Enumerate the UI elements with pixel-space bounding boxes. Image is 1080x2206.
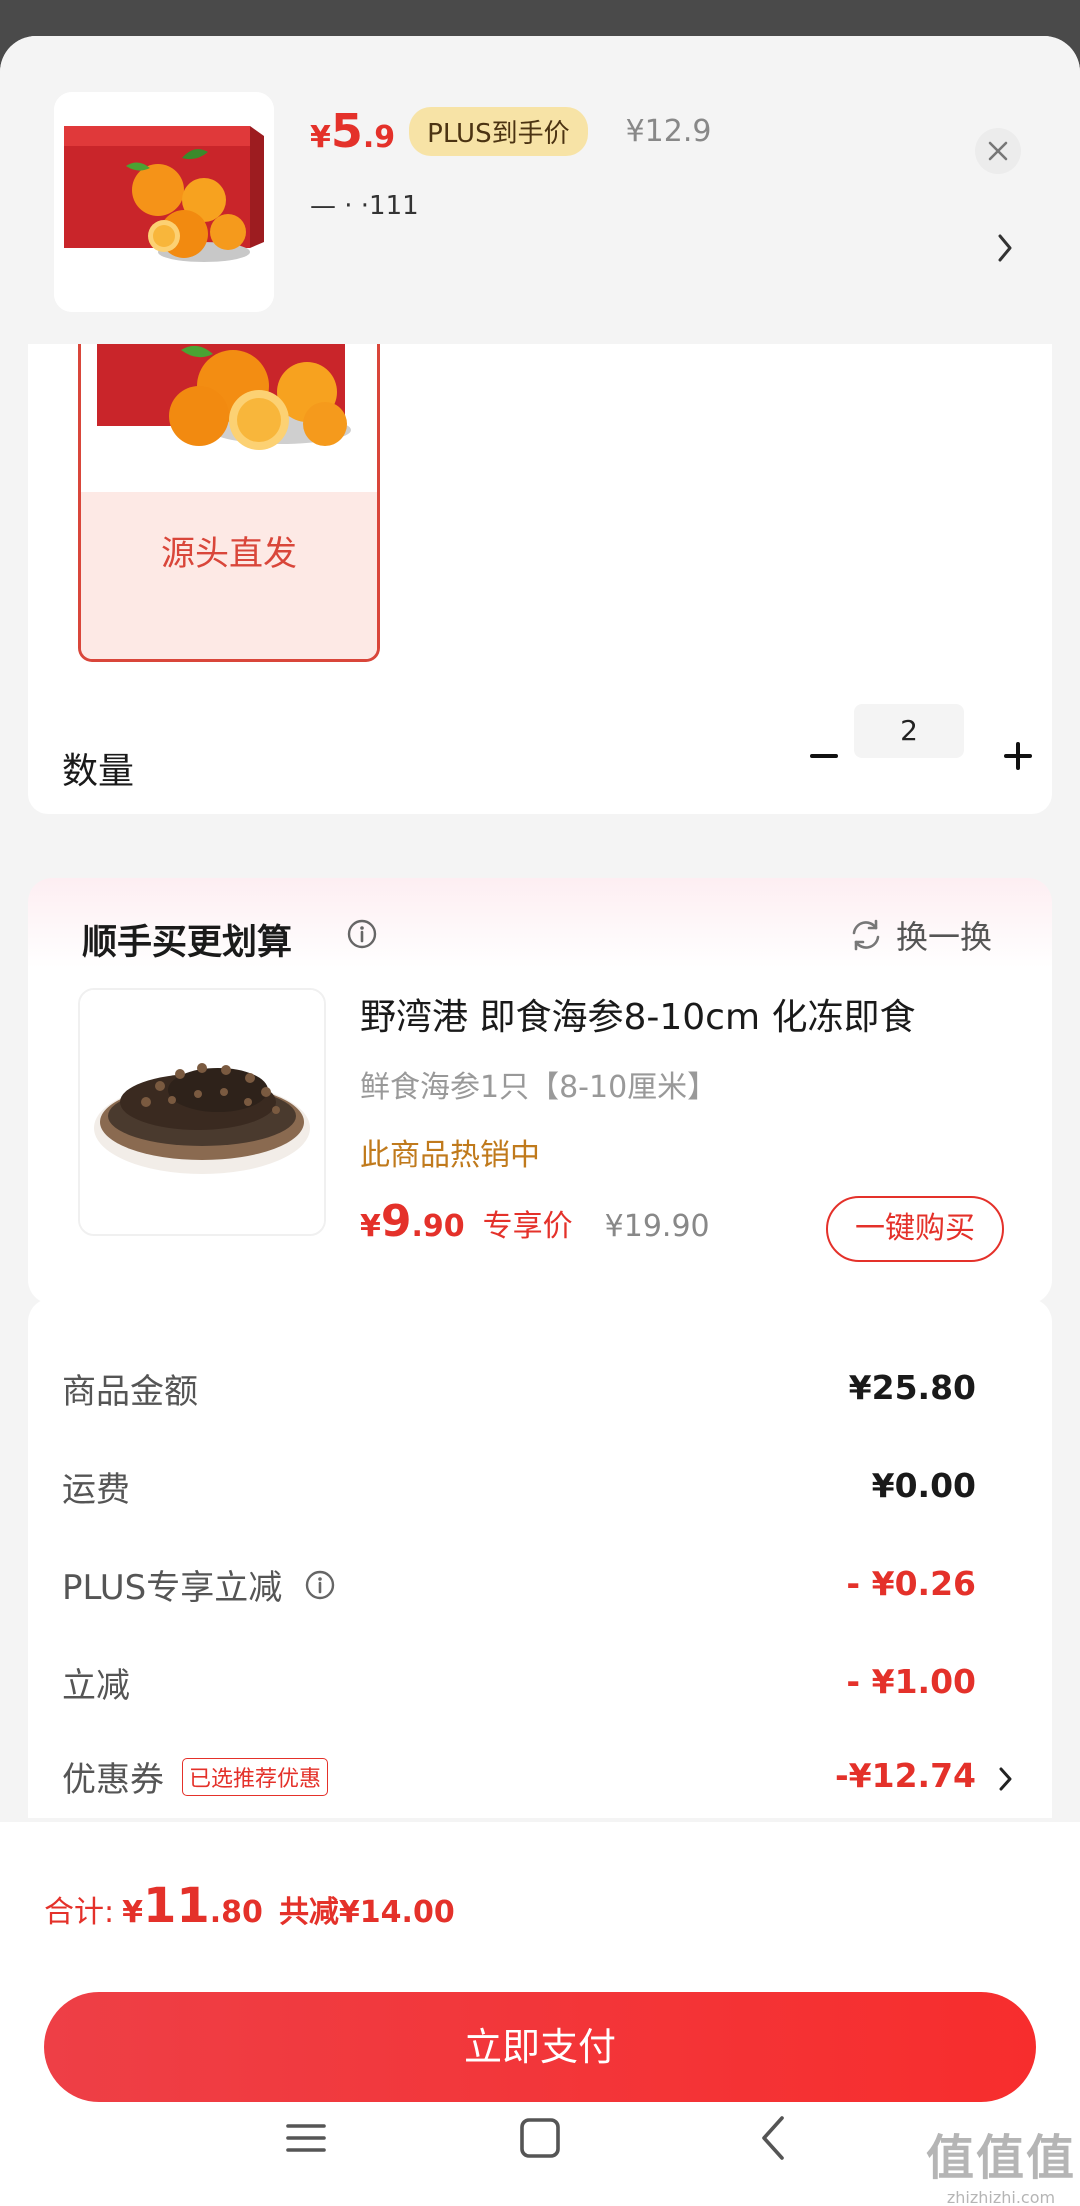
checkout-sheet: ¥5.9 PLUS到手价 ¥12.9 — · ·111 源头直发 数量 2 顺手…	[0, 36, 1080, 2206]
orange-box-image	[54, 92, 274, 312]
minus-icon[interactable]	[804, 736, 844, 776]
original-price: ¥12.9	[625, 113, 712, 149]
cross-sell-card: 顺手买更划算 换一换 野湾港 即食海参8-10cm 化冻即食 鲜食海参1只【8-…	[28, 878, 1052, 1304]
current-price: ¥5.9	[310, 104, 396, 158]
summary-row-goods-amount: 商品金额 ¥25.80	[62, 1368, 976, 1412]
system-navigation-bar	[0, 2080, 1080, 2206]
summary-row-coupon[interactable]: 优惠券 已选推荐优惠 -¥12.74	[28, 1752, 1052, 1812]
sea-cucumber-image	[80, 990, 324, 1234]
swap-label: 换一换	[896, 918, 993, 956]
upsell-hot-label: 此商品热销中	[360, 1138, 540, 1173]
upsell-price-row: ¥9.90 专享价 ¥19.90	[360, 1196, 710, 1247]
quantity-title: 数量	[62, 751, 135, 792]
chevron-right-icon[interactable]	[996, 230, 1016, 266]
total-row: 合计: ¥ 11 .80 共减¥14.00	[44, 1878, 455, 1934]
back-icon[interactable]	[744, 2108, 804, 2168]
exclusive-price-tag: 专享价	[482, 1209, 573, 1244]
quantity-stepper-value[interactable]: 2	[854, 704, 964, 758]
one-click-buy-button[interactable]: 一键购买	[826, 1196, 1004, 1262]
swap-button[interactable]: 换一换	[848, 912, 992, 958]
cross-sell-title: 顺手买更划算	[82, 923, 293, 963]
product-header: ¥5.9 PLUS到手价 ¥12.9 — · ·111	[0, 36, 1080, 344]
summary-row-instant-discount: 立减 - ¥1.00	[62, 1662, 976, 1706]
upsell-product-spec: 鲜食海参1只【8-10厘米】	[360, 1070, 718, 1105]
header-price-row: ¥5.9 PLUS到手价 ¥12.9	[310, 100, 711, 162]
plus-icon[interactable]	[998, 736, 1038, 776]
sku-option-label-area: 源头直发	[81, 492, 377, 659]
summary-row-plus-discount: PLUS专享立减 - ¥0.26	[62, 1564, 976, 1608]
sku-option-label: 源头直发	[161, 534, 297, 574]
product-thumbnail	[54, 92, 274, 312]
menu-icon[interactable]	[276, 2108, 336, 2168]
summary-row-shipping: 运费 ¥0.00	[62, 1466, 976, 1510]
selected-spec-text[interactable]: — · ·111	[310, 191, 490, 221]
order-summary-card: 商品金额 ¥25.80 运费 ¥0.00 PLUS专享立减 - ¥0.26 立减…	[28, 1298, 1052, 1818]
upsell-product-image[interactable]	[78, 988, 326, 1236]
chevron-right-icon[interactable]	[998, 1764, 1014, 1794]
close-button[interactable]	[975, 128, 1021, 174]
info-icon[interactable]	[304, 1569, 336, 1601]
upsell-original-price: ¥19.90	[604, 1209, 710, 1244]
home-icon[interactable]	[510, 2108, 570, 2168]
info-icon[interactable]	[346, 918, 378, 950]
refresh-icon	[852, 919, 880, 951]
total-saved: 共减¥14.00	[278, 1895, 455, 1930]
watermark-logo: 值值值 zhizhizhi.com	[926, 2130, 1077, 2206]
sku-option-selected[interactable]: 源头直发	[78, 296, 380, 662]
sku-selection-card: 源头直发 数量 2	[28, 296, 1052, 814]
coupon-recommend-tag: 已选推荐优惠	[182, 1757, 329, 1796]
upsell-product-name[interactable]: 野湾港 即食海参8-10cm 化冻即食	[360, 988, 915, 1040]
close-icon	[988, 141, 1008, 161]
plus-price-badge: PLUS到手价	[409, 106, 588, 156]
